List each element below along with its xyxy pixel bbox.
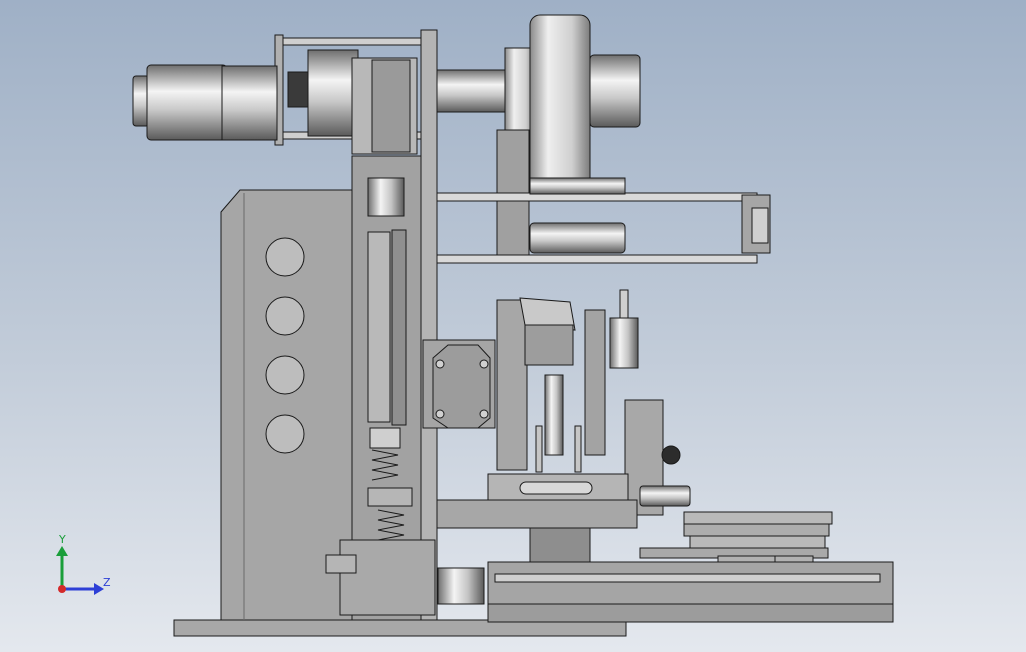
spindle-guide-left	[535, 425, 543, 473]
large-flywheel	[529, 14, 591, 191]
lower-foot	[325, 554, 357, 574]
collar-block	[367, 487, 413, 507]
cad-viewport[interactable]: Y Z	[0, 0, 1026, 652]
tie-rod-top	[282, 37, 424, 46]
spindle-guide-right	[574, 425, 582, 473]
coordinate-triad: Y Z	[56, 533, 111, 595]
reducer-housing	[307, 49, 359, 137]
cylinder-upper	[529, 177, 626, 195]
stacked-plate-1	[683, 511, 833, 525]
timing-pulley	[287, 71, 311, 108]
bearing-block	[369, 427, 401, 449]
column-hole	[265, 237, 305, 277]
motor-bolt	[435, 359, 445, 369]
lower-column-block	[339, 539, 436, 616]
machine-assembly	[132, 14, 894, 637]
cylinder-small	[609, 317, 639, 369]
rail-foot	[487, 603, 894, 623]
y-axis-label: Y	[58, 533, 66, 546]
tool-holder-post	[584, 309, 606, 456]
gear-block-inner	[371, 59, 411, 153]
vertical-plate-right	[420, 29, 438, 621]
micrometer-barrel	[639, 485, 691, 507]
ball-screw	[367, 231, 391, 423]
motor-flange	[221, 65, 278, 141]
guide-rod-lower	[436, 254, 758, 264]
adjust-knob	[661, 445, 681, 465]
motor-bolt	[435, 409, 445, 419]
y-axis-arrowhead	[56, 546, 68, 556]
rail-coupling	[437, 567, 485, 605]
motor-bolt	[479, 409, 489, 419]
bearing-housing	[589, 54, 641, 128]
shaft-coupling	[367, 177, 405, 217]
motor-bolt	[479, 359, 489, 369]
rod-end-cap	[751, 207, 769, 244]
mid-slide-block	[524, 324, 574, 366]
z-axis-label: Z	[103, 576, 111, 589]
stacked-plate-2	[683, 523, 830, 537]
vertical-spindle	[544, 374, 564, 456]
cylinder-rod-top	[619, 289, 629, 319]
cylinder-lower	[529, 222, 626, 254]
stacked-plate-3	[689, 535, 826, 549]
linear-rail-vertical	[391, 229, 407, 426]
column-hole	[265, 414, 305, 454]
assembly-drawing[interactable]: Y Z	[0, 0, 1026, 652]
column-hole	[265, 355, 305, 395]
center-bracket	[496, 299, 528, 471]
slide-base	[436, 499, 638, 529]
column-hole	[265, 296, 305, 336]
motor-body	[146, 64, 228, 141]
slide-table-slot	[519, 481, 593, 495]
rail-rack	[494, 573, 881, 583]
x-axis-dot	[58, 585, 66, 593]
